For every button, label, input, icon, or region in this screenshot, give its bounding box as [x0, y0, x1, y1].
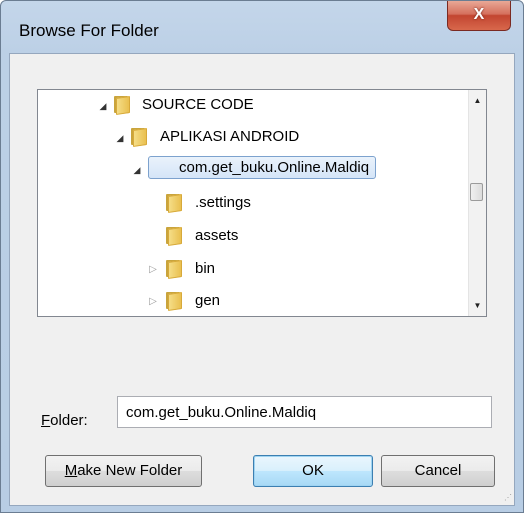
window-title: Browse For Folder — [19, 21, 159, 40]
tree-item-source-code[interactable]: ◢ SOURCE CODE — [38, 90, 458, 122]
cancel-button[interactable]: Cancel — [381, 455, 495, 487]
folder-icon — [164, 194, 184, 213]
tree-item-label: gen — [195, 292, 221, 309]
ok-button[interactable]: OK — [253, 455, 373, 487]
tree-item-label: SOURCE CODE — [142, 96, 254, 113]
expander-closed-icon[interactable]: ▷ — [148, 297, 158, 307]
folder-tree[interactable]: ◢ SOURCE CODE ◢ APLIKASI ANDROID ◢ com.g… — [37, 89, 487, 317]
mnemonic-m: M — [64, 462, 78, 479]
tree-item-label: .settings — [195, 194, 251, 211]
folder-icon — [129, 128, 149, 147]
resize-grip-icon[interactable]: ⋰ — [504, 493, 514, 503]
scroll-up-icon[interactable]: ▲ — [469, 92, 486, 109]
tree-item-label: bin — [195, 260, 216, 277]
folder-label-rest: older: — [50, 412, 88, 429]
tree-item-assets[interactable]: assets — [38, 221, 458, 253]
mnemonic-f: F — [41, 412, 51, 429]
folder-field-label: Folder: — [41, 412, 88, 429]
tree-item-label-selected: com.get_buku.Online.Maldiq — [148, 156, 377, 179]
folder-icon — [112, 96, 132, 115]
folder-icon — [164, 227, 184, 246]
tree-item-label: assets — [195, 227, 239, 244]
folder-icon — [164, 260, 184, 279]
make-new-folder-button[interactable]: Make New Folder — [45, 455, 202, 487]
scroll-down-icon[interactable]: ▼ — [469, 297, 486, 314]
expander-open-icon[interactable]: ◢ — [115, 133, 125, 143]
title-bar[interactable]: Browse For Folder X — [1, 1, 523, 53]
tree-item-bin[interactable]: ▷ bin — [38, 254, 458, 286]
tree-item-gen[interactable]: ▷ gen — [38, 286, 458, 316]
expander-closed-icon[interactable]: ▷ — [148, 265, 158, 275]
tree-item-aplikasi-android[interactable]: ◢ APLIKASI ANDROID — [38, 122, 458, 154]
folder-input[interactable] — [117, 396, 492, 428]
folder-icon — [164, 292, 184, 311]
expander-open-icon[interactable]: ◢ — [132, 165, 142, 175]
tree-item-label: APLIKASI ANDROID — [160, 128, 300, 145]
close-button[interactable]: X — [447, 1, 511, 31]
tree-item-com-get-buku[interactable]: ◢ com.get_buku.Online.Maldiq — [38, 154, 458, 186]
vertical-scrollbar[interactable]: ▲ ▼ — [468, 90, 486, 316]
tree-item-settings[interactable]: .settings — [38, 188, 458, 220]
expander-open-icon[interactable]: ◢ — [98, 101, 108, 111]
make-new-folder-label: ake New Folder — [77, 462, 183, 479]
scrollbar-thumb[interactable] — [470, 183, 483, 201]
